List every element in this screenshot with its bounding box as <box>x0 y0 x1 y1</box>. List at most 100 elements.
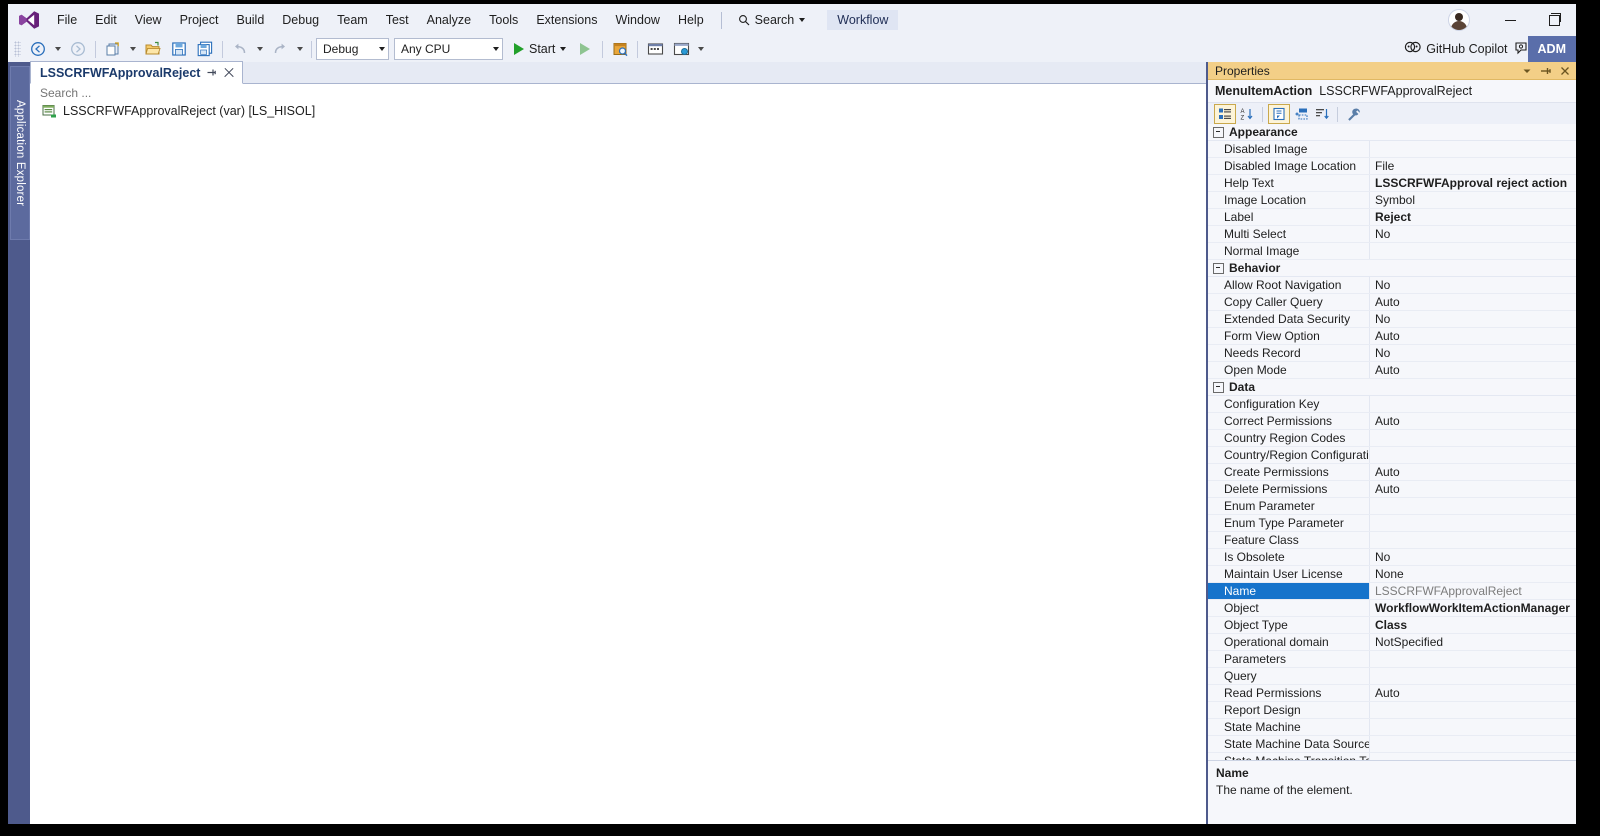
property-row[interactable]: Copy Caller Query Auto <box>1208 294 1576 311</box>
application-explorer-button[interactable] <box>642 38 668 60</box>
property-value[interactable]: NotSpecified <box>1370 634 1576 650</box>
property-row[interactable]: Enum Parameter <box>1208 498 1576 515</box>
feedback-smiley-icon[interactable] <box>1514 41 1528 58</box>
property-value[interactable]: File <box>1370 158 1576 174</box>
find-in-files-button[interactable] <box>607 38 633 60</box>
user-avatar[interactable] <box>1448 9 1470 31</box>
model-editor-button[interactable] <box>668 38 694 60</box>
property-value[interactable]: Auto <box>1370 464 1576 480</box>
property-value[interactable]: WorkflowWorkItemActionManager <box>1370 600 1576 616</box>
property-value[interactable]: No <box>1370 277 1576 293</box>
workflow-chip[interactable]: Workflow <box>827 10 899 30</box>
property-value[interactable]: Class <box>1370 617 1576 633</box>
property-row[interactable]: Extended Data Security No <box>1208 311 1576 328</box>
collapse-icon[interactable] <box>1213 126 1224 138</box>
property-value[interactable]: Auto <box>1370 413 1576 429</box>
menu-file[interactable]: File <box>48 4 86 36</box>
undo-button[interactable] <box>227 38 253 60</box>
property-value[interactable] <box>1370 515 1576 531</box>
property-value[interactable] <box>1370 447 1576 463</box>
property-row[interactable]: Maintain User License None <box>1208 566 1576 583</box>
property-row[interactable]: Feature Class <box>1208 532 1576 549</box>
undo-caret-icon[interactable] <box>257 47 263 51</box>
property-row[interactable]: Label Reject <box>1208 209 1576 226</box>
property-value[interactable]: Auto <box>1370 294 1576 310</box>
new-project-caret-icon[interactable] <box>130 47 136 51</box>
property-row[interactable]: State Machine Data Source <box>1208 736 1576 753</box>
property-value[interactable] <box>1370 141 1576 157</box>
minimize-button[interactable] <box>1488 4 1532 36</box>
tree-node-root[interactable]: LSSCRFWFApprovalReject (var) [LS_HISOL] <box>30 102 1208 119</box>
property-row[interactable]: Help Text LSSCRFWFApproval reject action <box>1208 175 1576 192</box>
property-row[interactable]: Country/Region Configuration Ke <box>1208 447 1576 464</box>
solution-platform-combo[interactable]: Any CPU <box>394 38 503 60</box>
property-category-data[interactable]: Data <box>1208 379 1576 396</box>
new-project-button[interactable] <box>100 38 126 60</box>
property-value[interactable] <box>1370 719 1576 735</box>
panel-menu-caret-icon[interactable] <box>1521 65 1533 77</box>
open-file-button[interactable] <box>140 38 166 60</box>
redo-caret-icon[interactable] <box>297 47 303 51</box>
property-value[interactable]: None <box>1370 566 1576 582</box>
property-value[interactable]: Symbol <box>1370 192 1576 208</box>
property-row[interactable]: Disabled Image Location File <box>1208 158 1576 175</box>
property-row[interactable]: Name LSSCRFWFApprovalReject <box>1208 583 1576 600</box>
property-value[interactable] <box>1370 532 1576 548</box>
menu-team[interactable]: Team <box>328 4 377 36</box>
property-row[interactable]: Query <box>1208 668 1576 685</box>
menu-edit[interactable]: Edit <box>86 4 126 36</box>
menu-debug[interactable]: Debug <box>273 4 328 36</box>
property-value[interactable] <box>1370 243 1576 259</box>
solution-configuration-combo[interactable]: Debug <box>316 38 389 60</box>
property-value[interactable]: Auto <box>1370 685 1576 701</box>
start-without-debug-button[interactable] <box>572 38 598 60</box>
navigate-forward-button[interactable] <box>65 38 91 60</box>
categorized-view-button[interactable] <box>1214 104 1236 124</box>
property-value[interactable] <box>1370 498 1576 514</box>
collapse-icon[interactable] <box>1213 381 1224 393</box>
property-row[interactable]: Is Obsolete No <box>1208 549 1576 566</box>
property-value[interactable] <box>1370 753 1576 760</box>
navigate-backward-button[interactable] <box>25 38 51 60</box>
property-value[interactable]: Auto <box>1370 328 1576 344</box>
menu-view[interactable]: View <box>126 4 171 36</box>
property-row[interactable]: Image Location Symbol <box>1208 192 1576 209</box>
messages-button[interactable] <box>1312 105 1332 123</box>
property-value[interactable]: Auto <box>1370 362 1576 378</box>
property-value[interactable] <box>1370 668 1576 684</box>
property-row[interactable]: Enum Type Parameter <box>1208 515 1576 532</box>
property-value[interactable]: Reject <box>1370 209 1576 225</box>
property-value[interactable]: Auto <box>1370 481 1576 497</box>
menu-build[interactable]: Build <box>227 4 273 36</box>
property-category-appearance[interactable]: Appearance <box>1208 124 1576 141</box>
property-value[interactable]: No <box>1370 226 1576 242</box>
property-value[interactable]: LSSCRFWFApprovalReject <box>1370 583 1576 599</box>
menu-window[interactable]: Window <box>606 4 668 36</box>
quick-launch-search[interactable]: Search <box>730 9 814 31</box>
save-all-button[interactable] <box>192 38 218 60</box>
property-value[interactable] <box>1370 396 1576 412</box>
property-row[interactable]: Parameters <box>1208 651 1576 668</box>
property-row[interactable]: Operational domain NotSpecified <box>1208 634 1576 651</box>
property-value[interactable]: No <box>1370 345 1576 361</box>
property-row[interactable]: Disabled Image <box>1208 141 1576 158</box>
menu-project[interactable]: Project <box>171 4 228 36</box>
close-panel-icon[interactable] <box>1559 65 1571 77</box>
property-row[interactable]: Multi Select No <box>1208 226 1576 243</box>
property-row[interactable]: Normal Image <box>1208 243 1576 260</box>
property-value[interactable]: LSSCRFWFApproval reject action <box>1370 175 1576 191</box>
property-row[interactable]: Report Design <box>1208 702 1576 719</box>
pin-icon[interactable] <box>206 67 217 78</box>
menu-extensions[interactable]: Extensions <box>527 4 606 36</box>
property-row[interactable]: Form View Option Auto <box>1208 328 1576 345</box>
alphabetical-view-button[interactable]: A Z <box>1237 105 1257 123</box>
menu-test[interactable]: Test <box>377 4 418 36</box>
property-value[interactable] <box>1370 702 1576 718</box>
property-row[interactable]: State Machine Transition To <box>1208 753 1576 760</box>
start-debug-button[interactable]: Start <box>508 38 572 60</box>
search-input[interactable] <box>38 85 342 101</box>
close-tab-icon[interactable] <box>223 67 235 79</box>
overflow-caret-icon[interactable] <box>698 47 705 51</box>
property-value[interactable]: No <box>1370 311 1576 327</box>
toolbar-grip-handle[interactable] <box>14 41 21 57</box>
